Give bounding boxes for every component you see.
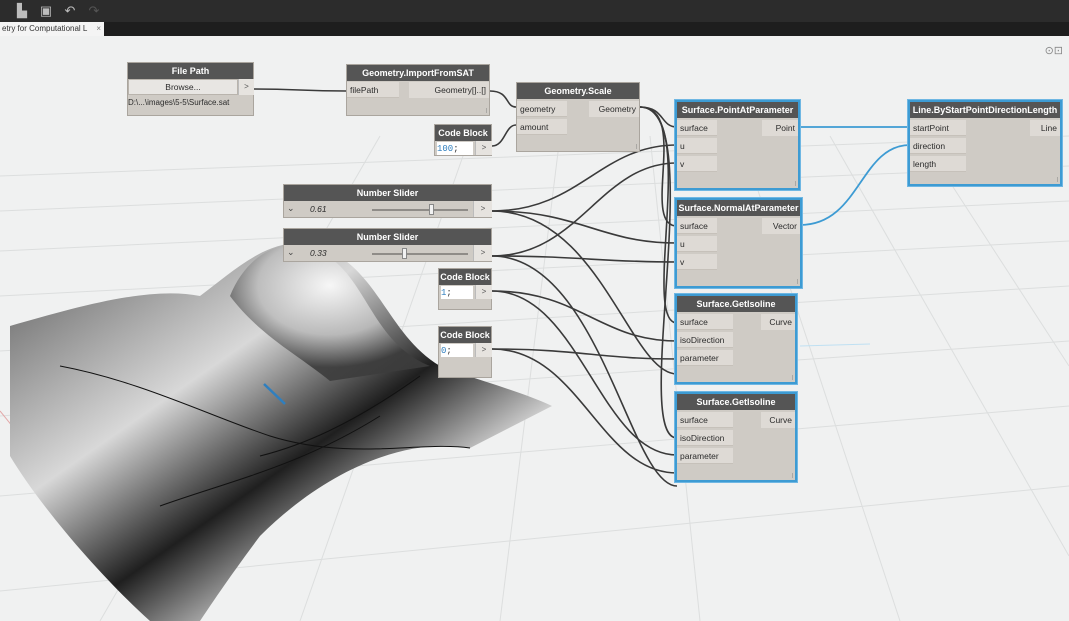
input-port-amount[interactable]: amount <box>517 119 567 135</box>
input-port-surface[interactable]: surface <box>677 314 733 330</box>
output-port-curve[interactable]: Curve <box>761 412 795 428</box>
slider-thumb[interactable] <box>401 248 407 259</box>
input-port-length[interactable]: length <box>910 156 966 172</box>
code-editor[interactable]: 1; <box>441 286 473 299</box>
slider-value: 0.33 <box>310 248 327 258</box>
input-port-parameter[interactable]: parameter <box>677 350 733 366</box>
node-normal-at-parameter[interactable]: Surface.NormalAtParameter surface u v Ve… <box>675 198 802 288</box>
node-point-at-parameter[interactable]: Surface.PointAtParameter surface u v Poi… <box>675 100 800 190</box>
node-title: Line.ByStartPointDirectionLength <box>910 102 1060 118</box>
output-port[interactable]: > <box>473 201 492 217</box>
browse-button[interactable]: Browse... <box>128 79 238 95</box>
output-port[interactable]: > <box>475 343 492 357</box>
code-editor[interactable]: 100; <box>437 142 473 155</box>
input-port-surface[interactable]: surface <box>677 412 733 428</box>
code-terminator: ; <box>446 346 452 356</box>
lacing-indicator: | <box>1056 177 1058 183</box>
node-line-by-start-point[interactable]: Line.ByStartPointDirectionLength startPo… <box>908 100 1062 186</box>
input-port-direction[interactable]: direction <box>910 138 966 154</box>
tab-workspace[interactable]: etry for Computational L × <box>0 22 104 36</box>
save-icon[interactable]: ▣ <box>38 3 54 19</box>
lacing-indicator: | <box>796 279 798 285</box>
tab-bar: etry for Computational L × <box>0 22 1069 36</box>
node-title: Surface.GetIsoline <box>677 296 795 312</box>
fit-view-icon[interactable]: ⊙⊡ <box>1045 44 1063 57</box>
expand-chevron-icon[interactable]: ⌄ <box>287 247 295 258</box>
node-code-block-0[interactable]: Code Block 0; > <box>438 326 492 378</box>
file-path-value: D:\...\images\5-5\Surface.sat <box>128 98 230 107</box>
undo-icon[interactable]: ↶ <box>62 3 78 19</box>
input-port-startpoint[interactable]: startPoint <box>910 120 966 136</box>
code-value: 100 <box>437 144 454 154</box>
node-code-block-1[interactable]: Code Block 1; > <box>438 268 492 310</box>
node-code-block-100[interactable]: Code Block 100; > <box>434 124 492 156</box>
output-port-line[interactable]: Line <box>1030 120 1060 136</box>
close-icon[interactable]: × <box>96 22 101 36</box>
input-port-u[interactable]: u <box>677 236 717 252</box>
input-port-parameter[interactable]: parameter <box>677 448 733 464</box>
node-get-isoline-2[interactable]: Surface.GetIsoline surface isoDirection … <box>675 392 797 482</box>
output-port-curve[interactable]: Curve <box>761 314 795 330</box>
node-get-isoline-1[interactable]: Surface.GetIsoline surface isoDirection … <box>675 294 797 384</box>
output-port[interactable]: > <box>475 285 492 299</box>
lacing-indicator: | <box>485 108 487 114</box>
new-file-icon[interactable]: ▙ <box>14 3 30 19</box>
input-port-v[interactable]: v <box>677 156 717 172</box>
node-title: Surface.NormalAtParameter <box>677 200 800 216</box>
node-title: Number Slider <box>284 229 491 245</box>
node-number-slider-2[interactable]: Number Slider ⌄ 0.33 > <box>283 228 492 262</box>
input-port-filepath[interactable]: filePath <box>347 82 399 98</box>
title-toolbar: ▙ ▣ ↶ ↷ <box>0 0 1069 22</box>
output-port-geometry[interactable]: Geometry <box>589 101 639 117</box>
node-title: Number Slider <box>284 185 491 201</box>
node-title: File Path <box>128 63 253 79</box>
node-title: Code Block <box>435 125 491 141</box>
code-terminator: ; <box>446 288 452 298</box>
output-port-vector[interactable]: Vector <box>762 218 800 234</box>
node-title: Surface.GetIsoline <box>677 394 795 410</box>
lacing-indicator: | <box>635 144 637 150</box>
node-title: Geometry.Scale <box>517 83 639 99</box>
code-terminator: ; <box>453 144 459 154</box>
slider-value: 0.61 <box>310 204 327 214</box>
node-geometry-scale[interactable]: Geometry.Scale geometry amount Geometry … <box>516 82 640 152</box>
lacing-indicator: | <box>791 375 793 381</box>
input-port-surface[interactable]: surface <box>677 218 717 234</box>
slider-track[interactable] <box>372 209 468 211</box>
input-port-u[interactable]: u <box>677 138 717 154</box>
output-port[interactable]: > <box>473 245 492 261</box>
graph-canvas[interactable]: ⊙⊡ File Path Browse... > D:\...\images\5… <box>0 36 1069 621</box>
output-port-geometry[interactable]: Geometry[]..[] <box>409 82 489 98</box>
selected-wires <box>799 126 911 226</box>
node-title: Surface.PointAtParameter <box>677 102 798 118</box>
node-title: Geometry.ImportFromSAT <box>347 65 489 81</box>
tab-title: etry for Computational L <box>2 24 88 33</box>
expand-chevron-icon[interactable]: ⌄ <box>287 203 295 214</box>
output-port[interactable]: > <box>475 141 492 155</box>
node-title: Code Block <box>439 269 491 285</box>
slider-track[interactable] <box>372 253 468 255</box>
node-number-slider-1[interactable]: Number Slider ⌄ 0.61 > <box>283 184 492 218</box>
code-editor[interactable]: 0; <box>441 344 473 357</box>
input-port-isodirection[interactable]: isoDirection <box>677 332 733 348</box>
lacing-indicator: | <box>794 181 796 187</box>
output-port[interactable]: > <box>238 79 254 95</box>
slider-thumb[interactable] <box>428 204 434 215</box>
input-port-isodirection[interactable]: isoDirection <box>677 430 733 446</box>
input-port-surface[interactable]: surface <box>677 120 717 136</box>
lacing-indicator: | <box>791 473 793 479</box>
input-port-geometry[interactable]: geometry <box>517 101 567 117</box>
redo-icon[interactable]: ↷ <box>86 3 102 19</box>
input-port-v[interactable]: v <box>677 254 717 270</box>
node-title: Code Block <box>439 327 491 343</box>
output-port-point[interactable]: Point <box>762 120 798 136</box>
node-import-from-sat[interactable]: Geometry.ImportFromSAT filePath Geometry… <box>346 64 490 116</box>
node-file-path[interactable]: File Path Browse... > D:\...\images\5-5\… <box>127 62 254 116</box>
